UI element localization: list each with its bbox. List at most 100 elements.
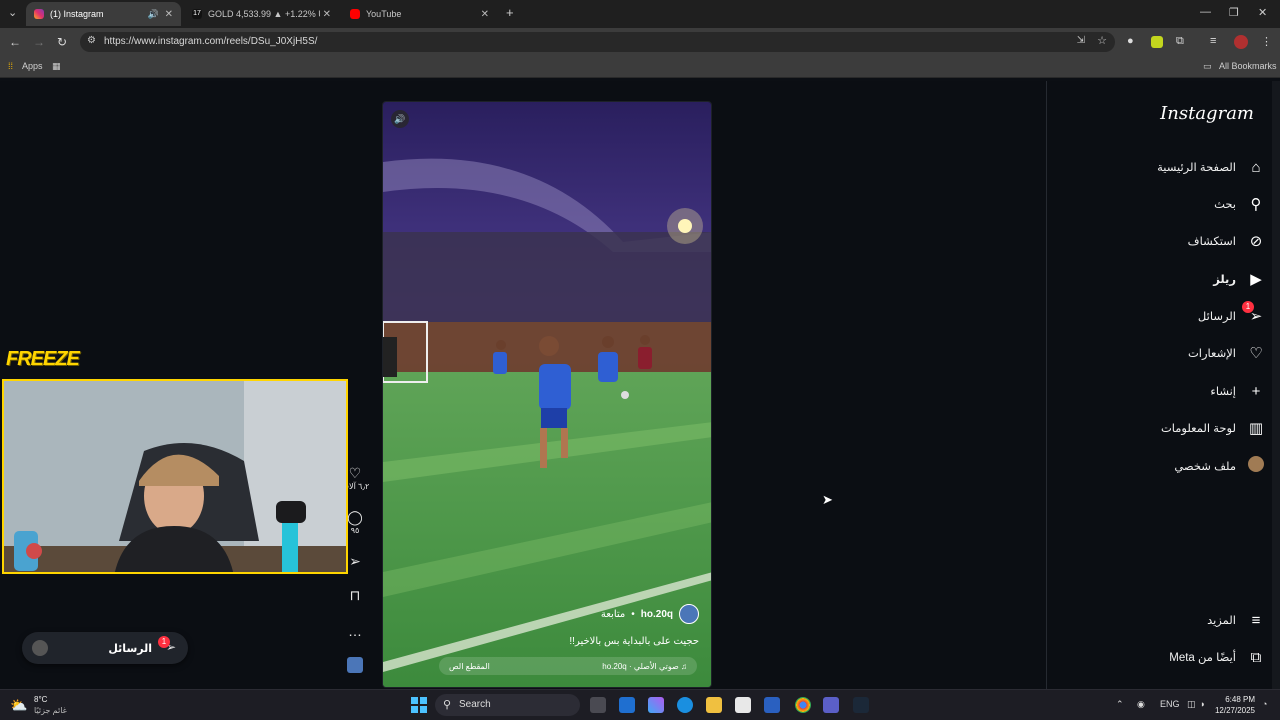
steam-icon[interactable] (853, 697, 869, 713)
chrome-icon[interactable] (795, 697, 811, 713)
sidebar-item-label: ريلز (1213, 274, 1236, 286)
sidebar-item-dashboard[interactable]: لوحة المعلومات ▥ (1066, 416, 1266, 440)
webcam-scene (4, 381, 346, 572)
copilot-icon[interactable] (648, 697, 664, 713)
profile-avatar[interactable] (1234, 35, 1248, 49)
reels-icon: ▶ (1250, 271, 1262, 288)
sidebar-item-more[interactable]: المزيد ≡ (1066, 608, 1266, 632)
sidebar-item-notifications[interactable]: الإشعارات ♡ (1066, 341, 1266, 365)
avatar (32, 640, 48, 656)
tab-title: GOLD 4,533.99 ▲ +1.22% Unn (208, 9, 320, 19)
speaker-icon[interactable]: 🔊 (148, 9, 159, 20)
folder-icon: ▭ (1203, 61, 1212, 71)
start-button[interactable] (411, 697, 427, 713)
bookmarks-bar: ⁞⁞ Apps ▦ ▭ All Bookmarks (0, 56, 1280, 78)
bookmark-star-icon[interactable]: ☆ (1097, 34, 1107, 47)
sidebar-item-profile[interactable]: ملف شخصي (1066, 454, 1266, 478)
tray-overflow-icon[interactable]: ⌃ (1116, 699, 1124, 710)
tab-youtube[interactable]: YouTube ✕ (342, 2, 497, 26)
restore-icon[interactable]: ❐ (1229, 6, 1239, 19)
temperature: 8°C (34, 695, 48, 704)
sidebar-item-create[interactable]: إنشاء + (1066, 379, 1266, 403)
close-window-icon[interactable]: ✕ (1258, 6, 1267, 19)
extensions-puzzle-icon[interactable]: ⧉ (1176, 35, 1184, 48)
send-icon: ➢ 1 (1242, 301, 1266, 325)
unread-badge: 1 (158, 636, 170, 648)
new-tab-icon[interactable]: + (506, 5, 514, 20)
all-bookmarks[interactable]: All Bookmarks (1219, 61, 1277, 71)
file-explorer-icon[interactable] (706, 697, 722, 713)
follow-button[interactable]: متابعة (601, 609, 625, 620)
url-text[interactable]: https://www.instagram.com/reels/DSu_J0Xj… (104, 36, 317, 47)
sidebar-item-label: ملف شخصي (1174, 461, 1236, 473)
audio-info[interactable]: المقطع الص ho.20q · صوتي الأصلي ♫ (439, 657, 697, 675)
sidebar-item-explore[interactable]: استكشاف ⊘ (1066, 229, 1266, 253)
discord-icon[interactable]: ◉ (1137, 699, 1145, 710)
mute-toggle-icon[interactable]: 🔊 (391, 110, 409, 128)
heart-icon: ♡ (1249, 345, 1263, 362)
sidebar-item-label: استكشاف (1187, 236, 1236, 248)
clock[interactable]: 6:48 PM 12/27/2025 (1215, 694, 1255, 716)
language-indicator[interactable]: ENG (1160, 699, 1180, 709)
audio-thumbnail[interactable] (347, 657, 363, 673)
save-button[interactable]: ⊓ (340, 587, 370, 603)
task-view-icon[interactable] (590, 697, 606, 713)
menu-icon[interactable]: ⋮ (1261, 35, 1272, 48)
author-username[interactable]: ho.20q (641, 609, 673, 620)
close-tab-icon[interactable]: ✕ (481, 9, 489, 20)
search-label: Search (459, 699, 491, 710)
compass-icon: ⊘ (1249, 233, 1263, 250)
tab-search-icon[interactable]: ⌄ (8, 6, 17, 19)
more-options-button[interactable]: … (340, 623, 370, 639)
close-tab-icon[interactable]: ✕ (323, 9, 331, 20)
mouse-cursor-icon: ➤ (822, 492, 833, 507)
music-note-icon: ♫ (681, 661, 687, 671)
bookmark-apps[interactable]: Apps (22, 61, 43, 71)
close-tab-icon[interactable]: ✕ (165, 9, 173, 20)
sidebar-item-search[interactable]: بحث ⚲ (1066, 192, 1266, 216)
outlook-icon[interactable] (619, 697, 635, 713)
reel-author: ho.20q • متابعة (601, 604, 699, 624)
sidebar-item-home[interactable]: الصفحة الرئيسية ⌂ (1066, 155, 1266, 179)
author-avatar[interactable] (679, 604, 699, 624)
page-scrollbar[interactable] (1272, 81, 1280, 689)
notifications-bell-icon[interactable]: ◔ (1262, 699, 1267, 709)
network-icon[interactable]: ◫ (1187, 699, 1196, 710)
forward-icon[interactable]: → (33, 35, 45, 49)
sidebar-item-label: إنشاء (1210, 386, 1236, 398)
messages-pill[interactable]: الرسائل ➢ 1 (22, 632, 188, 664)
edge-icon[interactable] (677, 697, 693, 713)
profile-avatar (1248, 456, 1264, 472)
instagram-sidebar: Instagram الصفحة الرئيسية ⌂ بحث ⚲ استكشا… (1046, 81, 1280, 689)
minimize-icon[interactable]: — (1200, 6, 1211, 18)
search-icon: ⚲ (443, 699, 452, 711)
install-app-icon[interactable]: ⇲ (1077, 35, 1085, 46)
audio-clip-label: المقطع الص (449, 661, 490, 671)
back-icon[interactable]: ← (9, 35, 21, 49)
tab-title: (1) Instagram (50, 9, 104, 19)
extension-icon[interactable] (1151, 36, 1163, 48)
sidebar-item-messages[interactable]: الرسائل ➢ 1 (1066, 301, 1266, 328)
taskbar-search[interactable]: ⚲ Search (435, 694, 580, 716)
tab-instagram[interactable]: (1) Instagram 🔊 ✕ (26, 2, 181, 26)
sidebar-item-reels[interactable]: ريلز ▶ (1066, 267, 1266, 291)
date: 12/27/2025 (1214, 706, 1255, 715)
bookmark-icon: ⊓ (349, 587, 361, 603)
extension-icon[interactable]: ● (1127, 35, 1134, 47)
volume-icon[interactable]: ◗ (1200, 699, 1205, 709)
reload-icon[interactable]: ↻ (57, 35, 67, 49)
webcam-overlay (2, 379, 348, 574)
reel-video[interactable]: 🔊 ho.20q • متابعة حجيت على بالبداية بس ب… (382, 101, 712, 688)
address-bar[interactable]: ⚙ https://www.instagram.com/reels/DSu_J0… (80, 32, 1115, 52)
sidebar-item-meta[interactable]: أيضًا من Meta ⧉ (1066, 645, 1266, 669)
site-info-icon[interactable]: ⚙ (87, 35, 96, 46)
store-icon[interactable] (735, 697, 751, 713)
sidebar-item-label: المزيد (1207, 615, 1236, 627)
tab-groups-icon[interactable]: ▦ (52, 61, 61, 72)
teams-icon[interactable] (823, 697, 839, 713)
media-icon[interactable]: ≡ (1210, 35, 1216, 47)
security-icon[interactable] (764, 697, 780, 713)
instagram-logo[interactable]: Instagram (1160, 103, 1254, 124)
sidebar-item-label: الرسائل (1197, 311, 1236, 323)
tab-gold[interactable]: 17 GOLD 4,533.99 ▲ +1.22% Unn ✕ (184, 2, 339, 26)
